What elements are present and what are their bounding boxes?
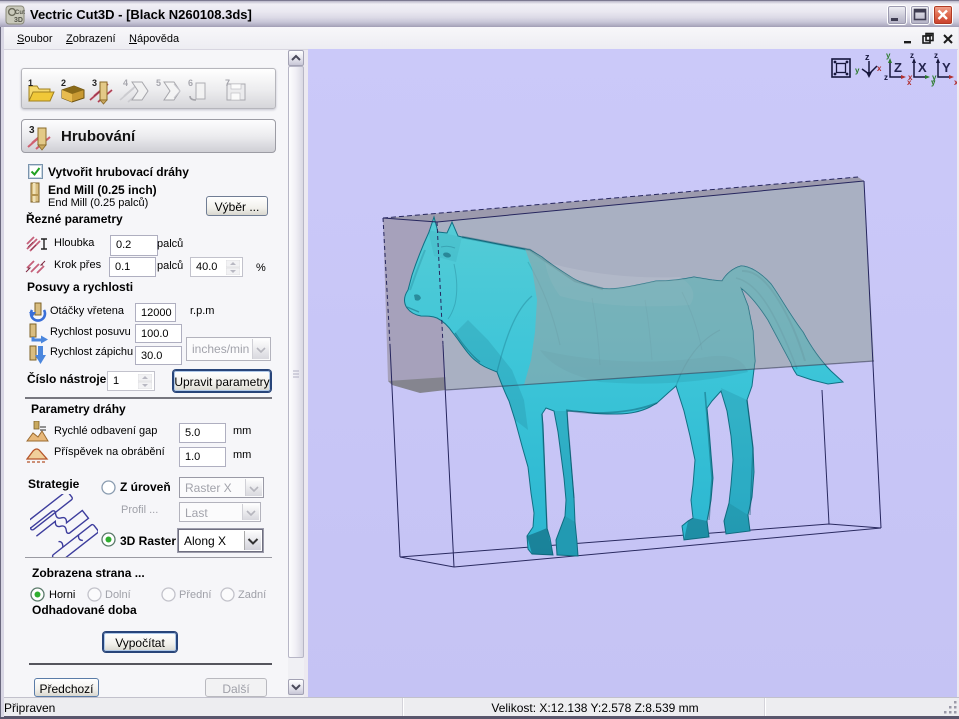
- svg-text:y: y: [932, 73, 937, 82]
- svg-text:3: 3: [29, 125, 35, 136]
- svg-text:Y: Y: [942, 60, 951, 75]
- svg-text:y: y: [886, 51, 891, 60]
- svg-text:z: z: [910, 51, 914, 60]
- svg-text:z: z: [865, 52, 870, 62]
- svg-text:1: 1: [28, 78, 33, 88]
- svg-text:5: 5: [156, 78, 161, 88]
- svg-text:6: 6: [188, 78, 193, 88]
- svg-text:y: y: [855, 66, 860, 75]
- svg-text:3: 3: [92, 78, 97, 88]
- svg-text:7: 7: [225, 78, 230, 88]
- svg-text:3D: 3D: [14, 17, 23, 24]
- svg-text:4: 4: [123, 78, 128, 88]
- svg-text:X: X: [918, 60, 927, 75]
- svg-text:2: 2: [61, 78, 66, 88]
- svg-text:Cut: Cut: [15, 10, 25, 16]
- svg-text:x: x: [908, 73, 913, 82]
- svg-text:z: z: [934, 51, 938, 60]
- svg-text:x: x: [877, 64, 882, 73]
- svg-text:Z: Z: [894, 60, 902, 75]
- svg-text:x: x: [954, 78, 957, 87]
- svg-text:z: z: [884, 73, 888, 82]
